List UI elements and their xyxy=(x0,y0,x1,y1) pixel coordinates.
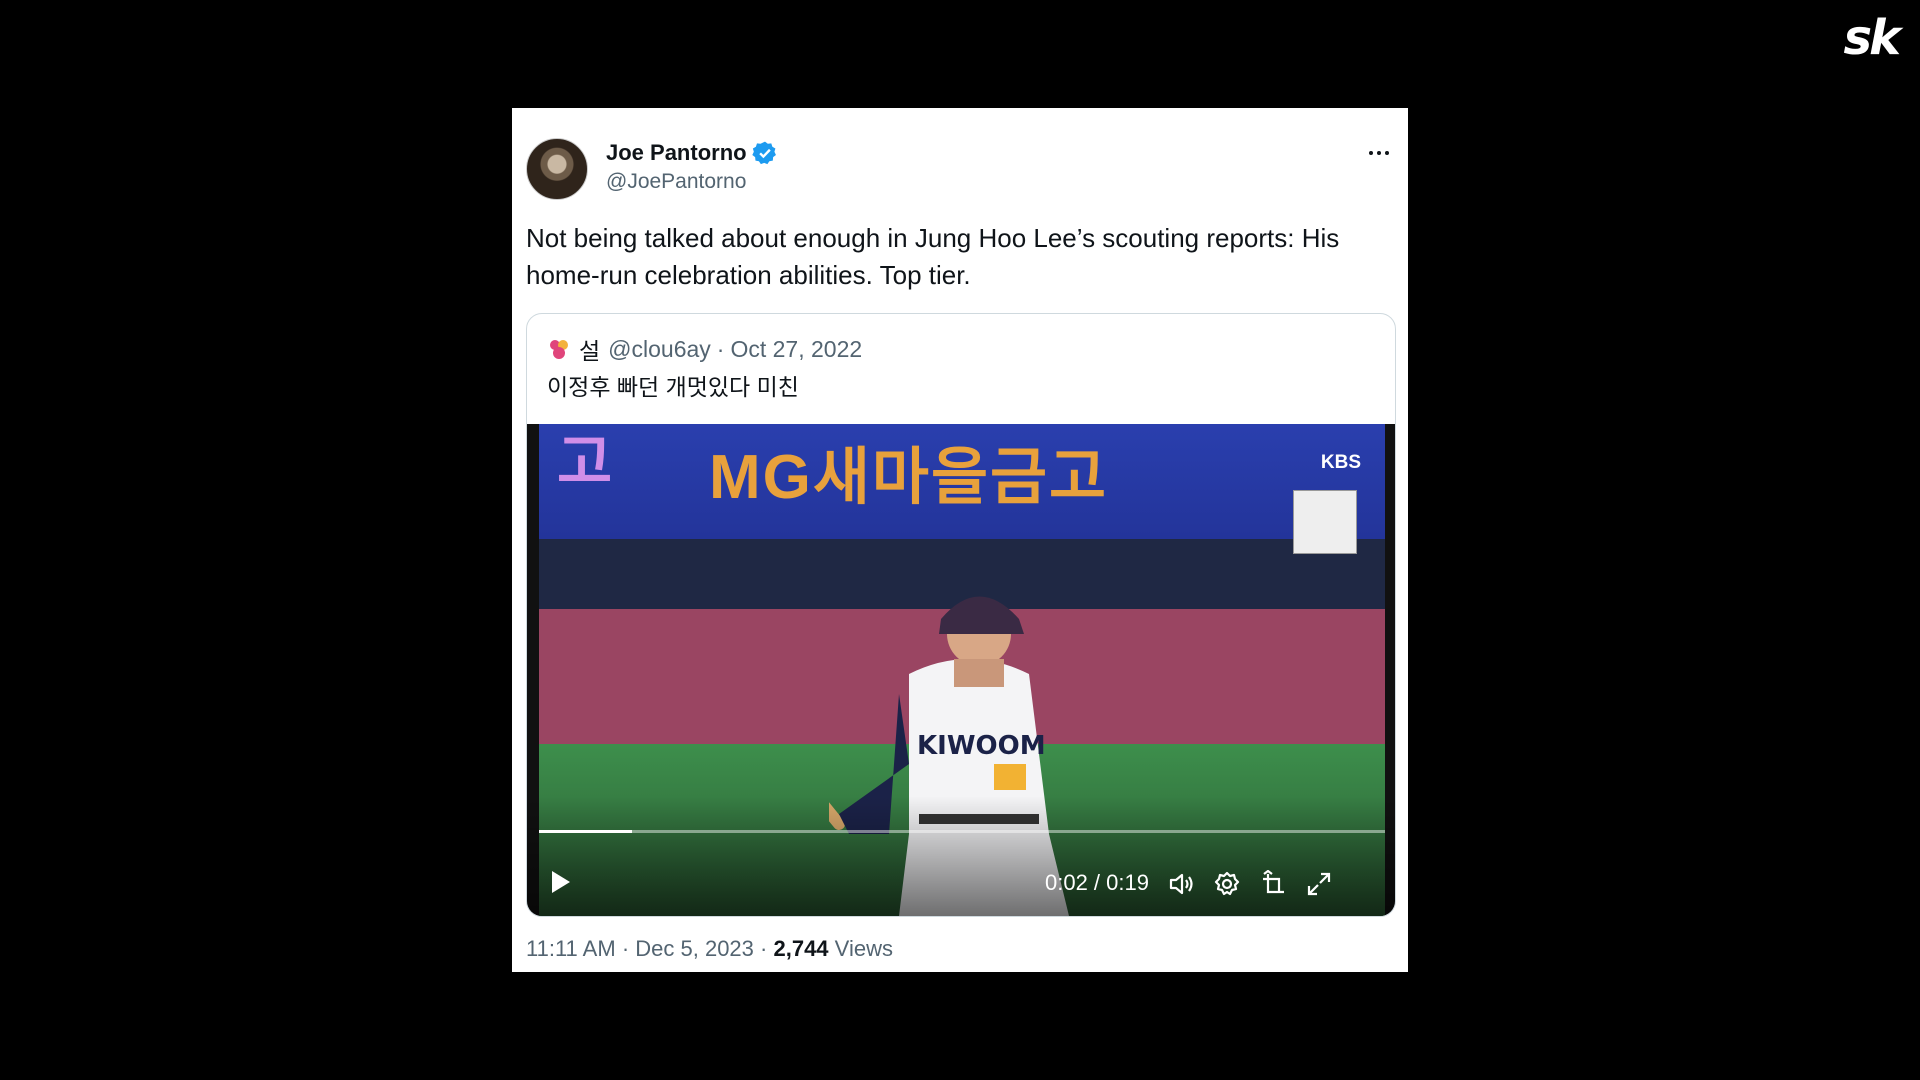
author-name[interactable]: Joe Pantorno xyxy=(606,140,747,166)
quote-separator: · xyxy=(716,335,725,362)
views-count: 2,744 xyxy=(773,936,829,961)
tweet-footer: 11:11 AM · Dec 5, 2023 · 2,744 Views xyxy=(526,936,893,962)
tweet-card: Joe Pantorno @JoePantorno Not being talk… xyxy=(512,108,1408,972)
video-progress-fill xyxy=(539,830,633,833)
quote-date: Oct 27, 2022 xyxy=(730,335,863,362)
play-icon[interactable] xyxy=(549,868,573,896)
video-progress-bar[interactable] xyxy=(539,830,1385,833)
verified-badge-icon xyxy=(751,141,776,165)
volume-icon[interactable] xyxy=(1167,870,1195,898)
quote-author-handle: @clou6ay xyxy=(608,335,711,362)
video-player[interactable]: 고 MG새마을금고 KBS KIWOOM 0:02 / 0:19 xyxy=(527,424,1395,916)
quote-header: 설 @clou6ay · Oct 27, 2022 xyxy=(547,332,862,366)
video-time: 0:02 / 0:19 xyxy=(1045,870,1149,895)
quote-avatar-icon xyxy=(550,340,568,359)
quote-text: 이정후 빠던 개멋있다 미친 xyxy=(547,374,799,400)
sportskeeda-logo: sk xyxy=(1843,10,1901,66)
footer-separator-2: · xyxy=(760,936,768,961)
author-avatar[interactable] xyxy=(526,138,588,200)
quoted-tweet[interactable]: 설 @clou6ay · Oct 27, 2022 이정후 빠던 개멋있다 미친… xyxy=(526,313,1396,917)
commentators-inset xyxy=(1293,490,1357,554)
fullscreen-icon[interactable] xyxy=(1305,870,1333,898)
pip-icon[interactable] xyxy=(1259,870,1287,898)
svg-text:KIWOOM: KIWOOM xyxy=(917,731,1046,761)
more-options-icon[interactable] xyxy=(1364,138,1394,168)
author-handle[interactable]: @JoePantorno xyxy=(606,170,906,194)
tweet-author: Joe Pantorno @JoePantorno xyxy=(526,138,776,200)
quote-author-name: 설 xyxy=(579,338,601,364)
author-names: Joe Pantorno @JoePantorno xyxy=(606,138,906,194)
settings-icon[interactable] xyxy=(1213,870,1241,898)
broadcaster-logo: KBS xyxy=(1320,452,1361,473)
tweet-time[interactable]: 11:11 AM xyxy=(526,936,616,961)
footer-separator: · xyxy=(621,936,630,961)
video-controls: 0:02 / 0:19 xyxy=(527,864,1395,904)
tweet-text: Not being talked about enough in Jung Ho… xyxy=(526,223,1340,290)
tweet-date[interactable]: Dec 5, 2023 xyxy=(635,936,754,961)
views-label: Views xyxy=(834,936,893,961)
